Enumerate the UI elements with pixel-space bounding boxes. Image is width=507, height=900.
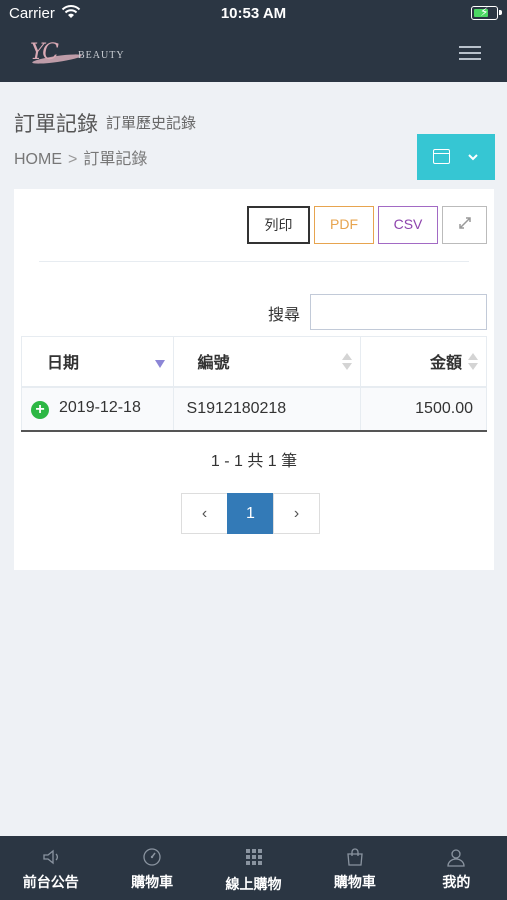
tab-cart[interactable]: 購物車 xyxy=(101,836,202,900)
tab-announcements[interactable]: 前台公告 xyxy=(0,836,101,900)
tab-online-shop[interactable]: 線上購物 xyxy=(203,836,304,900)
column-header-number[interactable]: 編號 xyxy=(172,336,362,388)
column-header-date[interactable]: 日期 xyxy=(21,336,174,388)
search-label: 搜尋 xyxy=(268,307,301,324)
battery-icon: ⚡ xyxy=(471,5,502,20)
page-button-1[interactable]: 1 xyxy=(227,493,274,534)
tab-profile[interactable]: 我的 xyxy=(406,836,507,900)
sort-icon xyxy=(342,353,353,371)
hamburger-icon[interactable] xyxy=(459,46,481,64)
pagination-info: 1 - 1 共 1 筆 xyxy=(210,453,298,470)
tab-label: 線上購物 xyxy=(225,876,282,892)
sort-icon xyxy=(468,353,478,371)
tab-bar: 前台公告 購物車 線上購物 購物車 我的 xyxy=(0,836,507,900)
pagination: ‹ 1 › xyxy=(181,493,320,534)
page-title: 訂單記錄 xyxy=(14,113,98,136)
speaker-icon xyxy=(43,849,58,865)
expand-row-icon[interactable]: + xyxy=(31,400,49,419)
status-bar: Carrier 10:53 AM ⚡ xyxy=(0,0,507,28)
page-subtitle: 訂單歷史記錄 xyxy=(106,115,197,132)
tab-cart-bag[interactable]: 購物車 xyxy=(304,836,405,900)
breadcrumb-current: 訂單記錄 xyxy=(83,151,148,168)
tab-label: 購物車 xyxy=(131,874,174,890)
breadcrumb-home[interactable]: HOME xyxy=(14,151,62,168)
user-icon xyxy=(447,849,465,867)
tab-label: 購物車 xyxy=(333,874,376,890)
logo-brand: BEAUTY xyxy=(78,50,125,61)
gauge-icon xyxy=(143,848,161,866)
csv-button[interactable]: CSV xyxy=(378,206,438,244)
logo[interactable]: YC BEAUTY xyxy=(30,40,140,70)
orders-card: 列印 PDF CSV 搜尋 日期 編號 金額 +2019-12-18 S1912… xyxy=(14,189,494,570)
expand-button[interactable] xyxy=(442,206,487,244)
expand-icon xyxy=(458,217,471,229)
tab-label: 我的 xyxy=(442,874,471,890)
next-page-button[interactable]: › xyxy=(273,493,320,534)
orders-table: 日期 編號 金額 +2019-12-18 S1912180218 1500.00 xyxy=(21,336,487,432)
app-header: YC BEAUTY xyxy=(0,28,507,82)
pdf-button[interactable]: PDF xyxy=(314,206,374,244)
chevron-down-icon xyxy=(468,154,478,161)
sort-desc-icon xyxy=(154,360,165,368)
calendar-icon xyxy=(433,149,450,164)
logo-script: YC xyxy=(30,40,59,65)
breadcrumb: HOME > 訂單記錄 xyxy=(14,145,147,169)
breadcrumb-separator: > xyxy=(68,151,78,168)
search-input[interactable] xyxy=(310,294,487,330)
column-header-amount[interactable]: 金額 xyxy=(360,336,487,388)
cell-date: +2019-12-18 xyxy=(21,386,174,432)
table-row[interactable]: +2019-12-18 S1912180218 1500.00 xyxy=(21,386,487,432)
tab-label: 前台公告 xyxy=(22,874,79,890)
clock: 10:53 AM xyxy=(220,5,287,22)
cell-amount: 1500.00 xyxy=(360,386,487,432)
print-button[interactable]: 列印 xyxy=(247,206,310,244)
date-range-button[interactable] xyxy=(417,134,495,180)
cell-number: S1912180218 xyxy=(172,386,362,432)
shopping-bag-icon xyxy=(347,848,363,866)
prev-page-button[interactable]: ‹ xyxy=(181,493,228,534)
divider xyxy=(39,261,469,262)
grid-icon xyxy=(245,849,262,865)
